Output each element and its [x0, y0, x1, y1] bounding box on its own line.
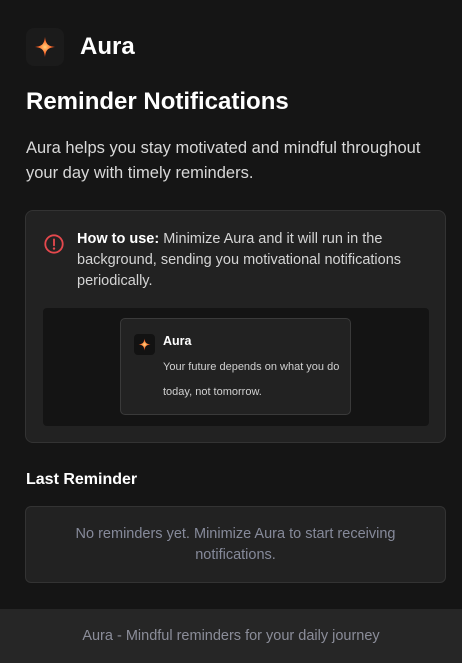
sparkle-icon	[138, 338, 151, 351]
page-title: Reminder Notifications	[26, 88, 289, 115]
empty-state-text: No reminders yet. Minimize Aura to start…	[75, 525, 396, 563]
app-logo	[26, 28, 64, 66]
how-to-card: How to use: Minimize Aura and it will ru…	[25, 210, 446, 443]
footer: Aura - Mindful reminders for your daily …	[0, 609, 462, 663]
app-header: Aura	[26, 28, 135, 66]
last-reminder-title: Last Reminder	[26, 471, 138, 488]
info-icon	[44, 234, 64, 254]
notification-preview: Aura Your future depends on what you do …	[120, 318, 351, 415]
page-intro: Aura helps you stay motivated and mindfu…	[26, 139, 421, 182]
how-to-label: How to use:	[77, 231, 160, 247]
how-to-text: How to use: Minimize Aura and it will ru…	[77, 229, 432, 292]
notification-preview-area: Aura Your future depends on what you do …	[43, 308, 429, 426]
footer-text: Aura - Mindful reminders for your daily …	[82, 628, 380, 644]
sparkle-icon	[34, 36, 56, 58]
app-name: Aura	[80, 33, 135, 60]
notification-app-icon	[134, 334, 155, 355]
app-window: Aura Reminder Notifications Aura helps y…	[0, 0, 462, 663]
notification-title: Aura	[163, 334, 192, 348]
last-reminder-card: No reminders yet. Minimize Aura to start…	[25, 506, 446, 583]
notification-body: Your future depends on what you do today…	[163, 361, 340, 398]
